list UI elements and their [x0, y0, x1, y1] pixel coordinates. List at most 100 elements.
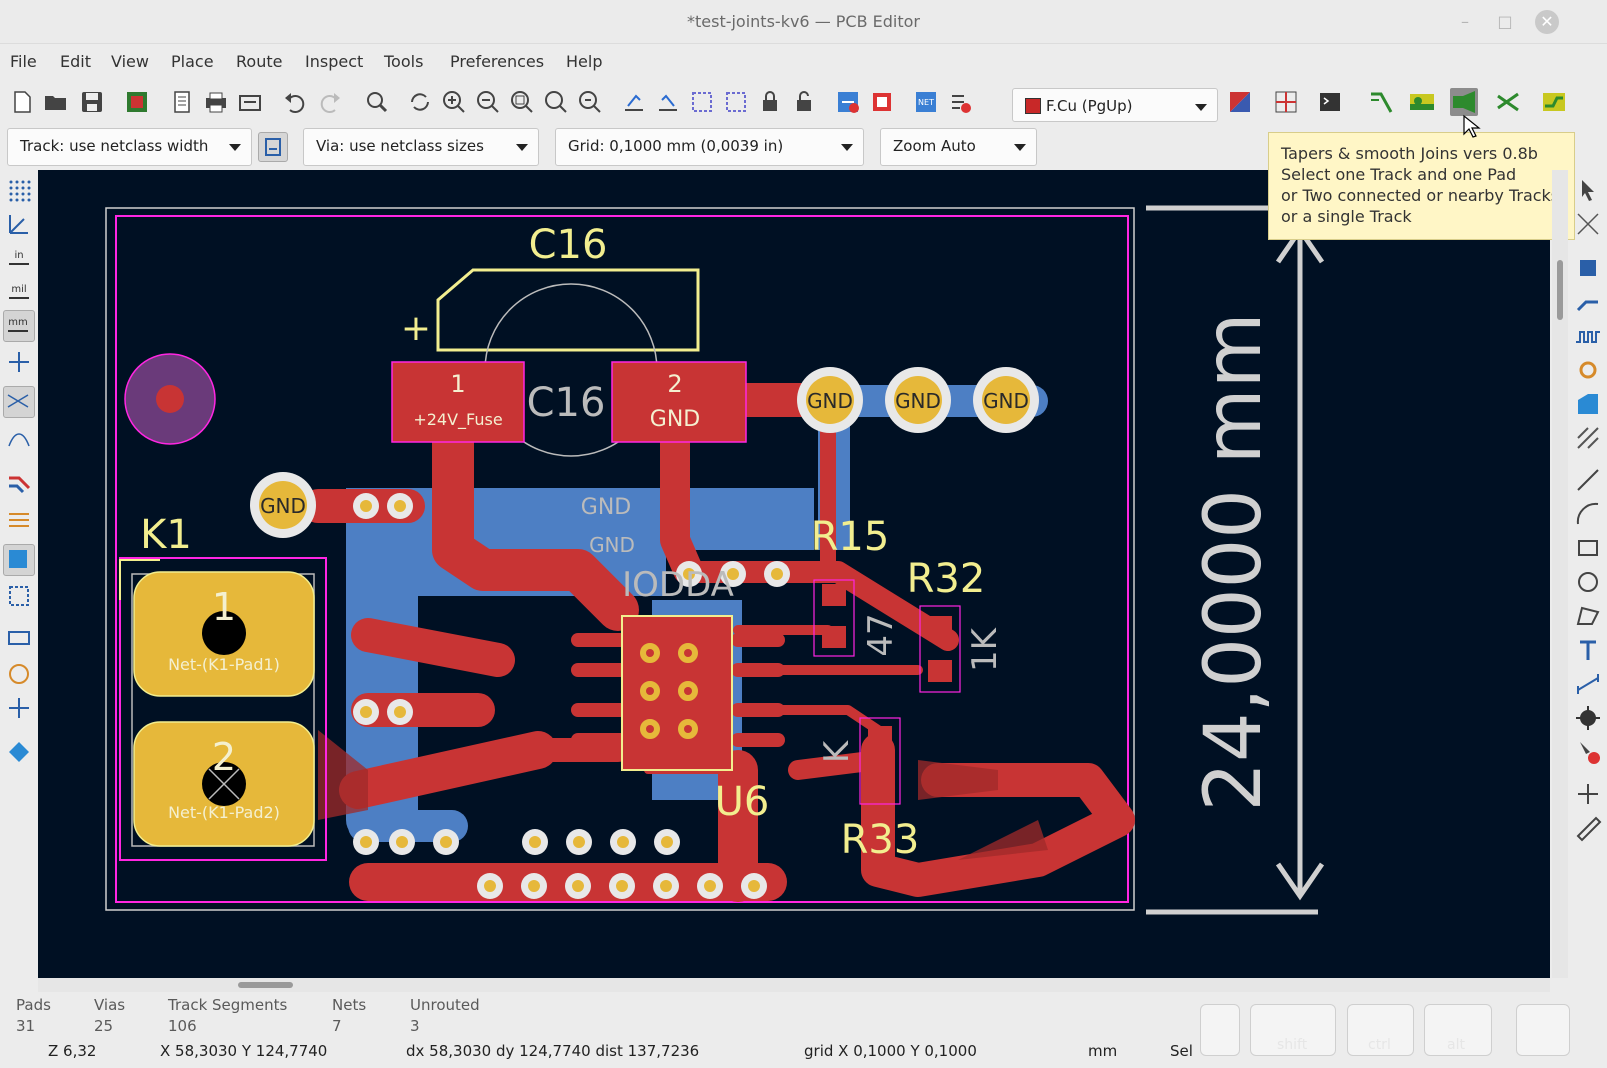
add-footprint-icon[interactable] — [1574, 254, 1602, 282]
zoom-fit-icon[interactable] — [508, 88, 536, 116]
page-settings-icon[interactable] — [168, 88, 196, 116]
grid-toggle-icon[interactable] — [5, 176, 33, 204]
update-pcb-icon[interactable] — [834, 88, 862, 116]
auto-track-width-toggle[interactable] — [258, 132, 288, 162]
main-toolbar: NET F.Cu (PgUp) — [0, 80, 1607, 124]
close-button[interactable]: ✕ — [1535, 10, 1559, 34]
net-color-icon[interactable] — [5, 504, 33, 532]
rule-area-icon[interactable] — [1574, 424, 1602, 452]
k1-pad1-net: Net-(K1-Pad1) — [168, 655, 280, 674]
maximize-button[interactable]: □ — [1495, 12, 1515, 32]
print-icon[interactable] — [202, 88, 230, 116]
c16-reference: C16 — [529, 222, 608, 268]
menu-inspect[interactable]: Inspect — [305, 52, 363, 71]
draw-circle-icon[interactable] — [1574, 568, 1602, 596]
add-text-icon[interactable] — [1574, 636, 1602, 664]
redo-icon[interactable] — [316, 88, 344, 116]
via-outline-icon[interactable] — [5, 660, 33, 688]
tracks-outline-icon[interactable] — [5, 468, 33, 496]
tune-length-icon[interactable] — [1574, 322, 1602, 350]
mirror-h-icon[interactable] — [688, 88, 716, 116]
open-folder-icon[interactable] — [42, 88, 70, 116]
select-tool-icon[interactable] — [1574, 176, 1602, 204]
menu-tools[interactable]: Tools — [384, 52, 423, 71]
netlist-icon[interactable]: NET — [912, 88, 940, 116]
mm-units-icon[interactable]: mm — [3, 310, 35, 342]
via-stitching-plugin-icon[interactable] — [1494, 88, 1522, 116]
unlock-icon[interactable] — [790, 88, 818, 116]
menu-help[interactable]: Help — [566, 52, 602, 71]
undo-icon[interactable] — [281, 88, 309, 116]
track-width-select[interactable]: Track: use netclass width — [7, 128, 252, 166]
zoom-out-icon[interactable] — [474, 88, 502, 116]
horizontal-scroll-thumb[interactable] — [238, 982, 293, 988]
horizontal-scrollbar[interactable] — [38, 978, 1550, 992]
save-icon[interactable] — [78, 88, 106, 116]
grid-select[interactable]: Grid: 0,1000 mm (0,0039 in) — [555, 128, 864, 166]
zoom-in-icon[interactable] — [440, 88, 468, 116]
layer-select[interactable]: F.Cu (PgUp) — [1012, 88, 1218, 122]
round-tracks-plugin-icon[interactable] — [1540, 88, 1568, 116]
zone-fill-icon[interactable] — [3, 544, 35, 576]
draw-rectangle-icon[interactable] — [1574, 534, 1602, 562]
teardrop-plugin-icon[interactable] — [1408, 88, 1436, 116]
add-target-icon[interactable] — [1574, 704, 1602, 732]
via-size-select[interactable]: Via: use netclass sizes — [303, 128, 539, 166]
pads-outline-icon[interactable] — [5, 624, 33, 652]
chevron-down-icon — [841, 144, 853, 151]
rotate-ccw-icon[interactable] — [620, 88, 648, 116]
route-track-icon[interactable] — [1574, 288, 1602, 316]
measure-tool-icon[interactable] — [1574, 814, 1602, 842]
cursor-shape-icon[interactable] — [5, 348, 33, 376]
zoom-objects-icon[interactable] — [542, 88, 570, 116]
add-via-icon[interactable] — [1574, 356, 1602, 384]
menu-preferences[interactable]: Preferences — [450, 52, 544, 71]
redraw-icon[interactable] — [406, 88, 434, 116]
draw-line-icon[interactable] — [1574, 466, 1602, 494]
pcb-canvas[interactable]: 1 +24V_Fuse 2 GND C16 C16 + GND GND GND … — [38, 170, 1550, 978]
ratsnest-icon[interactable] — [3, 386, 35, 418]
curved-ratsnest-icon[interactable] — [5, 424, 33, 452]
draw-polygon-icon[interactable] — [1574, 602, 1602, 630]
rotate-cw-icon[interactable] — [654, 88, 682, 116]
inches-units-icon[interactable]: in — [5, 244, 33, 272]
menu-view[interactable]: View — [111, 52, 149, 71]
zoom-selection-icon[interactable] — [576, 88, 604, 116]
board-setup-icon[interactable] — [123, 88, 151, 116]
zone-outline-icon[interactable] — [5, 582, 33, 610]
add-zone-icon[interactable] — [1574, 390, 1602, 418]
svg-text:in: in — [14, 250, 23, 261]
find-icon[interactable] — [362, 88, 390, 116]
vertical-scroll-thumb[interactable] — [1557, 260, 1563, 320]
delete-tool-icon[interactable] — [1574, 738, 1602, 766]
polar-coords-icon[interactable] — [5, 210, 33, 238]
zoom-select[interactable]: Zoom Auto — [880, 128, 1037, 166]
layer-pair-icon[interactable] — [1226, 88, 1254, 116]
mirror-v-icon[interactable] — [722, 88, 750, 116]
grid-origin-icon[interactable] — [1574, 780, 1602, 808]
route-plugin-icon[interactable] — [1368, 88, 1396, 116]
mils-units-icon[interactable]: mil — [5, 278, 33, 306]
console-icon[interactable] — [1316, 88, 1344, 116]
vertical-scrollbar[interactable] — [1552, 170, 1568, 978]
footprint-library-icon[interactable] — [868, 88, 896, 116]
mouse-pointer-icon — [1463, 114, 1481, 138]
menu-place[interactable]: Place — [171, 52, 214, 71]
tapers-smooth-joins-plugin-icon[interactable] — [1450, 88, 1478, 116]
add-dimension-icon[interactable] — [1574, 670, 1602, 698]
scripting-plugin-icon[interactable] — [1272, 88, 1300, 116]
menu-edit[interactable]: Edit — [60, 52, 91, 71]
draw-arc-icon[interactable] — [1574, 500, 1602, 528]
new-board-icon[interactable] — [8, 88, 36, 116]
menu-route[interactable]: Route — [236, 52, 282, 71]
drc-icon[interactable] — [946, 88, 974, 116]
menu-file[interactable]: File — [10, 52, 37, 71]
plot-icon[interactable] — [236, 88, 264, 116]
chevron-down-icon — [1014, 144, 1026, 151]
minimize-button[interactable]: – — [1455, 12, 1475, 32]
high-contrast-icon[interactable] — [5, 694, 33, 722]
gnd-pour-label-2: GND — [589, 533, 635, 557]
layers-manager-icon[interactable] — [5, 738, 33, 766]
local-ratsnest-icon[interactable] — [1574, 210, 1602, 238]
lock-icon[interactable] — [756, 88, 784, 116]
